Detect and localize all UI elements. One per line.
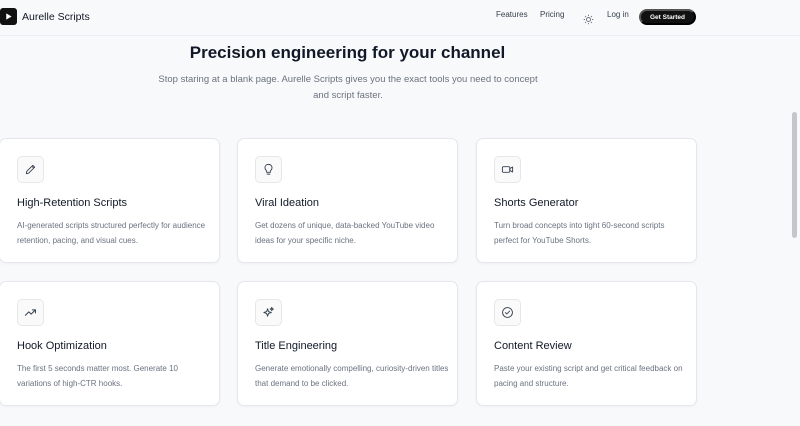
- hero-title: Precision engineering for your channel: [189, 43, 506, 62]
- feature-card-hook-optimization: Hook Optimization The first 5 seconds ma…: [0, 281, 220, 406]
- feature-description: Turn broad concepts into tight 60-second…: [494, 221, 665, 245]
- play-icon: [0, 8, 17, 25]
- feature-title: Shorts Generator: [494, 197, 579, 209]
- video-camera-icon: [494, 156, 521, 183]
- landing-page: Aurelle Scripts Features Pricing Log in …: [0, 0, 800, 426]
- nav-link-pricing[interactable]: Pricing: [540, 10, 564, 19]
- lightbulb-icon: [255, 156, 282, 183]
- brand-name: Aurelle Scripts: [22, 10, 90, 23]
- feature-description: The first 5 seconds matter most. Generat…: [17, 364, 178, 388]
- login-link[interactable]: Log in: [607, 10, 629, 19]
- trending-up-icon: [17, 299, 44, 326]
- feature-card-content-review: Content Review Paste your existing scrip…: [476, 281, 697, 406]
- feature-card-title-engineering: Title Engineering Generate emotionally c…: [237, 281, 458, 406]
- sparkles-icon: [255, 299, 282, 326]
- top-navigation: Aurelle Scripts Features Pricing Log in …: [0, 0, 800, 36]
- feature-description: Paste your existing script and get criti…: [494, 364, 683, 388]
- hero-subtitle: Stop staring at a blank page. Aurelle Sc…: [158, 74, 538, 101]
- get-started-button[interactable]: Get Started: [639, 9, 696, 25]
- feature-title: Viral Ideation: [255, 197, 320, 209]
- feature-description: Get dozens of unique, data-backed YouTub…: [255, 221, 435, 245]
- sun-icon[interactable]: [583, 12, 594, 25]
- feature-description: AI-generated scripts structured perfectl…: [17, 221, 206, 245]
- feature-description: Generate emotionally compelling, curiosi…: [255, 364, 449, 388]
- feature-card-viral-ideation: Viral Ideation Get dozens of unique, dat…: [237, 138, 458, 263]
- brand[interactable]: Aurelle Scripts: [0, 8, 90, 25]
- nav-link-features[interactable]: Features: [496, 10, 528, 19]
- feature-title: Hook Optimization: [17, 340, 107, 352]
- page-scrollbar[interactable]: [792, 112, 797, 238]
- feature-title: Content Review: [494, 340, 572, 352]
- feature-card-high-retention-scripts: High-Retention Scripts AI-generated scri…: [0, 138, 220, 263]
- pencil-icon: [17, 156, 44, 183]
- feature-title: Title Engineering: [255, 340, 338, 352]
- check-circle-icon: [494, 299, 521, 326]
- feature-card-shorts-generator: Shorts Generator Turn broad concepts int…: [476, 138, 697, 263]
- feature-title: High-Retention Scripts: [17, 197, 128, 209]
